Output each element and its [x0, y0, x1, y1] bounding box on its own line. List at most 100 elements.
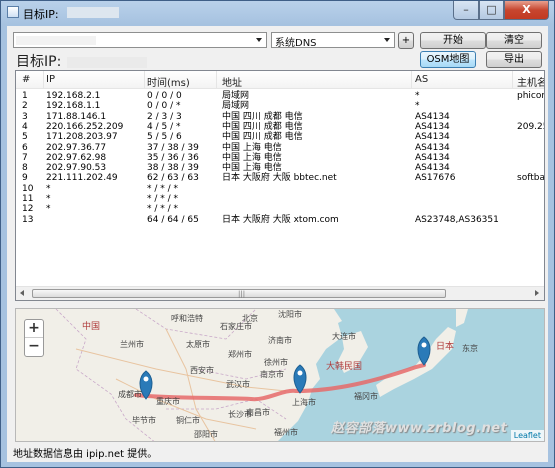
cell-addr: 局域网 [222, 101, 250, 112]
horizontal-scrollbar[interactable]: ||| [16, 286, 544, 300]
cell-n: 7 [22, 152, 28, 163]
map-city-label: 福冈市 [354, 392, 378, 401]
close-button[interactable]: X [504, 1, 549, 20]
cell-time: 4 / 5 / * [147, 121, 181, 132]
cell-ip: 202.97.62.98 [46, 152, 107, 163]
osm-map-button[interactable]: OSM地图 [420, 51, 476, 68]
chevron-down-icon[interactable] [380, 33, 394, 47]
target-ip-text: 目标IP: [16, 54, 62, 70]
cell-time: 2 / 3 / 3 [147, 111, 182, 122]
scroll-left-icon[interactable] [16, 287, 30, 300]
cell-addr: 中国 四川 成都 电信 [222, 132, 303, 143]
cell-ip: * [46, 204, 51, 215]
cell-n: 5 [22, 132, 28, 143]
table-row[interactable]: 12 * * / * / * [16, 204, 544, 215]
map-city-label: 邵阳市 [194, 430, 218, 439]
table-row[interactable]: 4 220.166.252.209 4 / 5 / * 中国 四川 成都 电信 AS41… [16, 121, 544, 132]
add-button[interactable]: + [398, 32, 414, 49]
table-row[interactable]: 3 171.88.146.1 2 / 3 / 3 中国 四川 成都 电信 AS4134 [16, 111, 544, 122]
cell-addr: 日本 大阪府 大阪 xtom.com [222, 214, 339, 225]
scrollbar-thumb[interactable]: ||| [32, 289, 446, 298]
table-row[interactable]: 9 221.111.202.49 62 / 63 / 63 日本 大阪府 大阪 bbt… [16, 173, 545, 184]
table-row[interactable]: 11 * * / * / * [16, 194, 544, 204]
table-row[interactable]: 10 * * / * / * [16, 183, 544, 194]
table-row[interactable]: 7 202.97.62.98 35 / 36 / 36 中国 上海 电信 AS4134 [16, 152, 544, 163]
cell-time: 5 / 5 / 6 [147, 132, 182, 143]
cell-time: 37 / 38 / 39 [147, 142, 199, 153]
table-row[interactable]: 5 171.208.203.97 5 / 5 / 6 中国 四川 成都 电信 AS413… [16, 132, 544, 143]
table-header: # IP 时间(ms) 地址 AS 主机名 [16, 71, 544, 89]
map-city-label: 重庆市 [156, 397, 180, 406]
minimize-button[interactable]: – [453, 1, 479, 20]
table-row[interactable]: 1 192.168.2.1 0 / 0 / 0 局域网 * phicomm [16, 91, 544, 101]
cell-n: 9 [22, 173, 28, 184]
client-area: 系统DNS + 开始 清空 OSM地图 导出 目标IP: # IP 时间(ms)… [7, 26, 548, 462]
cell-time: * / * / * [147, 204, 179, 215]
table-row[interactable]: 6 202.97.36.77 37 / 38 / 39 中国 上海 电信 AS4134 [16, 142, 544, 153]
map-city-label: 济南市 [268, 336, 292, 345]
zoom-control[interactable]: + − [24, 319, 44, 357]
cell-host: softbank [517, 173, 545, 184]
map-city-label: 石家庄市 [220, 322, 252, 331]
cell-as: AS4134 [415, 142, 450, 153]
maximize-button[interactable]: □ [479, 1, 504, 20]
cell-as: AS4134 [415, 121, 450, 132]
hops-table[interactable]: # IP 时间(ms) 地址 AS 主机名 1 192.168.2.1 0 / 0 … [15, 70, 545, 301]
clear-button[interactable]: 清空 [486, 32, 542, 49]
chevron-down-icon[interactable] [252, 33, 266, 47]
cell-addr: 中国 四川 成都 电信 [222, 111, 303, 122]
cell-ip: 202.97.90.53 [46, 163, 107, 174]
column-header-address[interactable]: 地址 [222, 74, 242, 89]
cell-ip: 220.166.252.209 [46, 121, 124, 132]
table-row[interactable]: 8 202.97.90.53 38 / 38 / 39 中国 上海 电信 AS4134 [16, 163, 544, 174]
column-header-ip[interactable]: IP [46, 74, 55, 85]
cell-as: AS17676 [415, 173, 456, 184]
cell-time: * / * / * [147, 194, 179, 204]
cell-time: * / * / * [147, 183, 179, 194]
cell-n: 10 [22, 183, 34, 194]
cell-n: 12 [22, 204, 34, 215]
dns-select[interactable]: 系统DNS [271, 32, 395, 49]
column-header-hostname[interactable]: 主机名 [517, 74, 544, 89]
cell-n: 13 [22, 214, 34, 225]
column-header-index[interactable]: # [22, 74, 30, 85]
map-city-label: 南京市 [260, 370, 284, 379]
export-button[interactable]: 导出 [486, 51, 542, 68]
cell-addr: 中国 上海 电信 [222, 152, 282, 163]
target-ip-label: 目标IP: [16, 51, 148, 71]
title-bar[interactable]: 目标IP: – □ X [1, 1, 554, 25]
cell-as: AS4134 [415, 132, 450, 143]
column-header-as[interactable]: AS [415, 74, 428, 85]
cell-ip: 192.168.1.1 [46, 101, 101, 112]
window-title: 目标IP: [23, 8, 59, 21]
cell-addr: 中国 上海 电信 [222, 142, 282, 153]
scroll-right-icon[interactable] [530, 287, 544, 300]
table-row[interactable]: 13 64 / 64 / 65 日本 大阪府 大阪 xtom.com AS23748,… [16, 214, 544, 225]
map-city-label: 武汉市 [226, 380, 250, 389]
watermark-text: 赵容部落www.zrblog.net [331, 421, 508, 436]
cell-ip: 171.208.203.97 [46, 132, 118, 143]
map-city-label: 铜仁市 [176, 416, 200, 425]
column-header-time[interactable]: 时间(ms) [147, 74, 190, 89]
cell-ip: 221.111.202.49 [46, 173, 118, 184]
cell-n: 4 [22, 121, 28, 132]
zoom-out-button[interactable]: − [25, 338, 43, 356]
cell-n: 3 [22, 111, 28, 122]
cell-addr: 中国 上海 电信 [222, 163, 282, 174]
cell-host: 209.252. [517, 121, 544, 132]
zoom-in-button[interactable]: + [25, 320, 43, 338]
cell-time: 35 / 36 / 36 [147, 152, 199, 163]
cell-n: 6 [22, 142, 28, 153]
cell-ip: * [46, 183, 51, 194]
map-city-label: 大连市 [332, 332, 356, 341]
map-city-label: 南昌市 [246, 408, 270, 417]
map-country-label: 大韩民国 [326, 362, 363, 372]
cell-n: 1 [22, 91, 28, 101]
ip-input[interactable] [13, 32, 267, 48]
start-button[interactable]: 开始 [420, 32, 486, 49]
map-city-label: 成都市 [118, 390, 142, 399]
cell-addr: 日本 大阪府 大阪 bbtec.net [222, 173, 337, 184]
cell-as: AS4134 [415, 111, 450, 122]
map-attribution-link[interactable]: Leaflet [510, 430, 544, 441]
table-row[interactable]: 2 192.168.1.1 0 / 0 / * 局域网 * [16, 101, 544, 112]
